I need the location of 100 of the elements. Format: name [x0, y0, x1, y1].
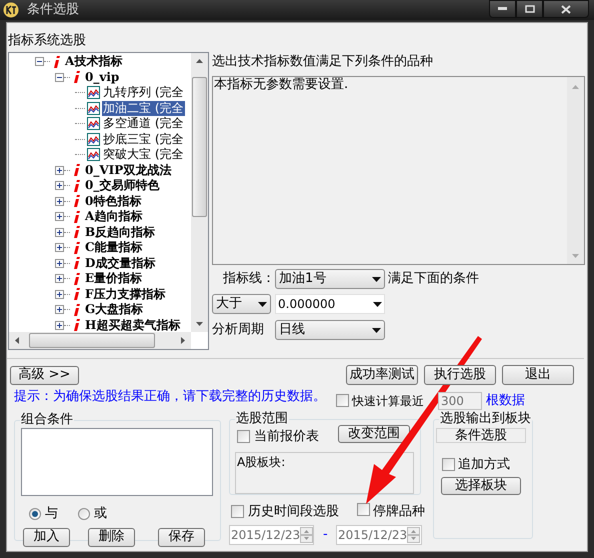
expander-toggle[interactable]: [55, 72, 64, 82]
radio-label: 与: [45, 505, 58, 523]
tree-item[interactable]: 抄底三宝 (完全: [102, 132, 184, 147]
scroll-right-icon: [181, 337, 185, 344]
threshold-field[interactable]: 0.000000: [275, 294, 385, 314]
plus-icon: [56, 244, 63, 252]
group-title: 组合条件: [20, 413, 74, 427]
plus-icon: [56, 198, 63, 205]
checkbox-label: 历史时间段选股: [248, 503, 339, 521]
scroll-thumb[interactable]: [29, 333, 155, 348]
tree-item[interactable]: 突破大宝 (完全: [102, 147, 184, 162]
description-text: 本指标无参数需要设置.: [213, 77, 350, 94]
expander-toggle[interactable]: [55, 243, 64, 252]
vertical-scrollbar[interactable]: [191, 53, 208, 332]
info-icon: [73, 319, 81, 332]
chart-icon: [87, 132, 100, 146]
chart-icon: [87, 102, 100, 115]
info-icon: [73, 180, 81, 192]
combo-action-button[interactable]: 删除: [88, 528, 135, 546]
caret-icon: [373, 302, 382, 306]
info-icon: [73, 304, 81, 316]
window-title: 条件选股: [27, 1, 79, 20]
info-icon: [53, 56, 61, 68]
hint-text: 提示：为确保选股结果正确，请下载完整的历史数据。: [14, 389, 326, 405]
indicator-line-select[interactable]: 加油1号: [275, 269, 385, 289]
tree-item[interactable]: 0_vip: [84, 70, 120, 85]
execute-button[interactable]: 执行选股: [424, 365, 496, 385]
radio-button[interactable]: [78, 508, 90, 520]
tree-item[interactable]: 九转序列 (完全: [102, 85, 184, 100]
field-label: 分析周期: [212, 321, 265, 340]
radio-button[interactable]: [29, 508, 41, 520]
tree-item[interactable]: 0特色指标: [84, 194, 142, 209]
field-suffix: 根数据: [486, 392, 525, 410]
success-rate-button[interactable]: 成功率测试: [346, 365, 418, 385]
tree-item[interactable]: H超买超卖气指标: [84, 318, 182, 332]
tree-item[interactable]: 加油二宝 (完全: [102, 100, 184, 116]
tree-item[interactable]: A技术指标: [64, 54, 124, 70]
expander-toggle[interactable]: [55, 181, 64, 190]
start-date-field[interactable]: 2015/12/23: [229, 524, 314, 544]
combo-action-button[interactable]: 保存: [158, 528, 205, 546]
exit-button[interactable]: 退出: [502, 365, 574, 385]
plus-icon: [56, 260, 63, 267]
expander-toggle[interactable]: [55, 228, 64, 237]
group-title: 选股输出到板块: [439, 412, 532, 426]
checkbox[interactable]: [336, 394, 349, 408]
checkbox[interactable]: [442, 458, 455, 472]
tree-item[interactable]: 0_VIP双龙战法: [84, 162, 172, 178]
scroll-up-icon: [572, 85, 579, 89]
end-date-field[interactable]: 2015/12/23: [336, 524, 422, 544]
tree-item[interactable]: C能量指标: [84, 240, 144, 256]
change-range-button[interactable]: 改变范围: [338, 424, 410, 443]
maximize-button[interactable]: [516, 0, 543, 18]
combo-action-button[interactable]: 加入: [23, 528, 70, 546]
scroll-left-icon: [15, 337, 19, 344]
tree-item[interactable]: B反趋向指标: [84, 224, 156, 240]
tree-item[interactable]: E量价指标: [84, 271, 144, 286]
plus-icon: [56, 275, 63, 282]
tree-item[interactable]: D成交量指标: [84, 256, 156, 271]
info-icon: [73, 288, 81, 300]
checkbox-label: 当前报价表: [254, 428, 319, 446]
scroll-thumb[interactable]: [192, 77, 207, 217]
expander-toggle[interactable]: [55, 305, 64, 314]
spin-arrows-icon: [407, 526, 420, 542]
plus-icon: [56, 213, 63, 220]
checkbox-label: 快速计算最近: [352, 392, 424, 410]
minimize-icon: [498, 7, 507, 11]
tree-item[interactable]: A趋向指标: [84, 209, 144, 224]
horizontal-scrollbar[interactable]: [9, 332, 191, 349]
bars-count-field[interactable]: 300: [438, 392, 482, 410]
chart-icon: [87, 86, 100, 100]
select-block-button[interactable]: 选择板块: [441, 476, 521, 494]
checkbox[interactable]: [231, 505, 244, 518]
caret-icon: [258, 302, 267, 306]
checkbox[interactable]: [237, 430, 250, 444]
expander-toggle[interactable]: [55, 320, 64, 330]
tree-item[interactable]: F压力支撑指标: [84, 286, 167, 302]
spin-arrows-icon: [300, 526, 314, 542]
expander-toggle[interactable]: [55, 274, 64, 284]
expander-toggle[interactable]: [55, 212, 64, 222]
expander-toggle[interactable]: [55, 196, 64, 206]
scroll-down-icon: [196, 322, 203, 326]
expander-toggle[interactable]: [55, 166, 64, 175]
condition-list[interactable]: [21, 428, 213, 496]
scroll-up-icon: [196, 59, 203, 63]
checkbox[interactable]: [357, 502, 370, 516]
expander-toggle[interactable]: [55, 290, 64, 299]
close-button[interactable]: [543, 0, 589, 18]
tree-item[interactable]: 0_交易师特色: [84, 178, 160, 194]
info-icon: [73, 195, 81, 208]
expander-toggle[interactable]: [55, 258, 64, 268]
chart-icon: [87, 117, 100, 130]
tree-item[interactable]: G大盘指标: [84, 302, 144, 318]
expander-toggle[interactable]: [35, 57, 44, 66]
info-icon: [73, 272, 81, 285]
tree-item[interactable]: 多空通道 (完全: [102, 116, 184, 132]
advanced-button[interactable]: 高级 >>: [10, 366, 79, 384]
minimize-button[interactable]: [489, 0, 516, 18]
app-logo-icon: [3, 2, 19, 18]
period-select[interactable]: 日线: [275, 320, 385, 340]
operator-select[interactable]: 大于: [212, 294, 271, 314]
